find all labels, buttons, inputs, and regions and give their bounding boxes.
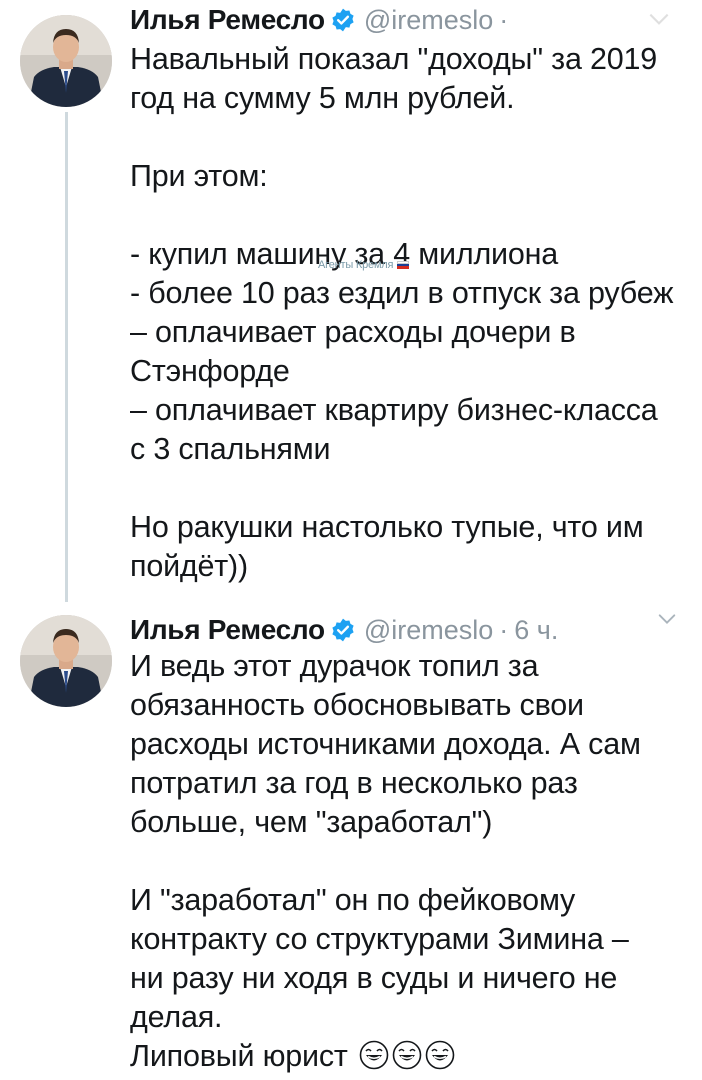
watermark: Агенты Кремля (318, 259, 410, 271)
text-line: ни разу ни ходя в суды и ничего не (130, 961, 618, 995)
text-line: И "заработал" он по фейковому (130, 883, 576, 917)
text-line: расходы источниками дохода. А сам (130, 727, 641, 761)
text-line: контракту со структурами Зимина – (130, 922, 629, 956)
timestamp[interactable]: 6 ч. (514, 615, 558, 646)
text-line: обязанность обосновывать свои (130, 688, 584, 722)
separator-dot: · (499, 614, 509, 645)
text-line: Но ракушки настолько тупые, что им (130, 510, 644, 544)
text-line: - купил машину за 4 миллиона Агенты Крем… (130, 235, 690, 274)
separator-dot: · (499, 4, 509, 35)
avatar[interactable] (20, 615, 112, 707)
text-line: - более 10 раз ездил в отпуск за рубеж (130, 276, 674, 310)
text-line: Липовый юрист (130, 1037, 690, 1076)
text-line: делая. (130, 1000, 223, 1034)
text-line: год на сумму 5 млн рублей. (130, 81, 515, 115)
text-line: с 3 спальнями (130, 432, 331, 466)
text-line: – оплачивает квартиру бизнес-класса (130, 393, 658, 427)
watermark-text: Агенты Кремля (318, 259, 394, 271)
text-line: Навальный показал "доходы" за 2019 (130, 42, 658, 76)
text-line: потратил за год в несколько раз (130, 766, 578, 800)
text-line: больше, чем "заработал") (130, 805, 493, 839)
thread-connector-line (65, 112, 68, 602)
tweet-text: Навальный показал "доходы" за 2019 год н… (130, 40, 690, 586)
tweet-text: И ведь этот дурачок топил за обязанность… (130, 647, 690, 1076)
text-line: Стэнфорде (130, 354, 290, 388)
chevron-down-icon[interactable] (656, 608, 678, 630)
joy-emoji-icon (425, 1040, 455, 1070)
joy-emoji-icon (392, 1040, 422, 1070)
avatar[interactable] (20, 15, 112, 107)
tweet-header: Илья Ремесло @iremeslo · (130, 0, 690, 40)
author-name[interactable]: Илья Ремесло (130, 4, 325, 36)
text-line: И ведь этот дурачок топил за (130, 649, 539, 683)
tweet-header: Илья Ремесло @iremeslo · 6 ч. (130, 610, 690, 650)
verified-badge-icon (332, 8, 354, 32)
author-name[interactable]: Илья Ремесло (130, 614, 325, 646)
russia-flag-icon (397, 261, 410, 269)
verified-badge-icon (332, 618, 354, 642)
text-line: – оплачивает расходы дочери в (130, 315, 576, 349)
text-line: При этом: (130, 159, 268, 193)
author-handle[interactable]: @iremeslo (364, 5, 493, 36)
text-line: пойдёт)) (130, 549, 248, 583)
author-handle[interactable]: @iremeslo (364, 615, 493, 646)
joy-emoji-icon (359, 1040, 389, 1070)
chevron-down-icon[interactable] (646, 6, 672, 32)
text-line-content: Липовый юрист (130, 1039, 348, 1073)
